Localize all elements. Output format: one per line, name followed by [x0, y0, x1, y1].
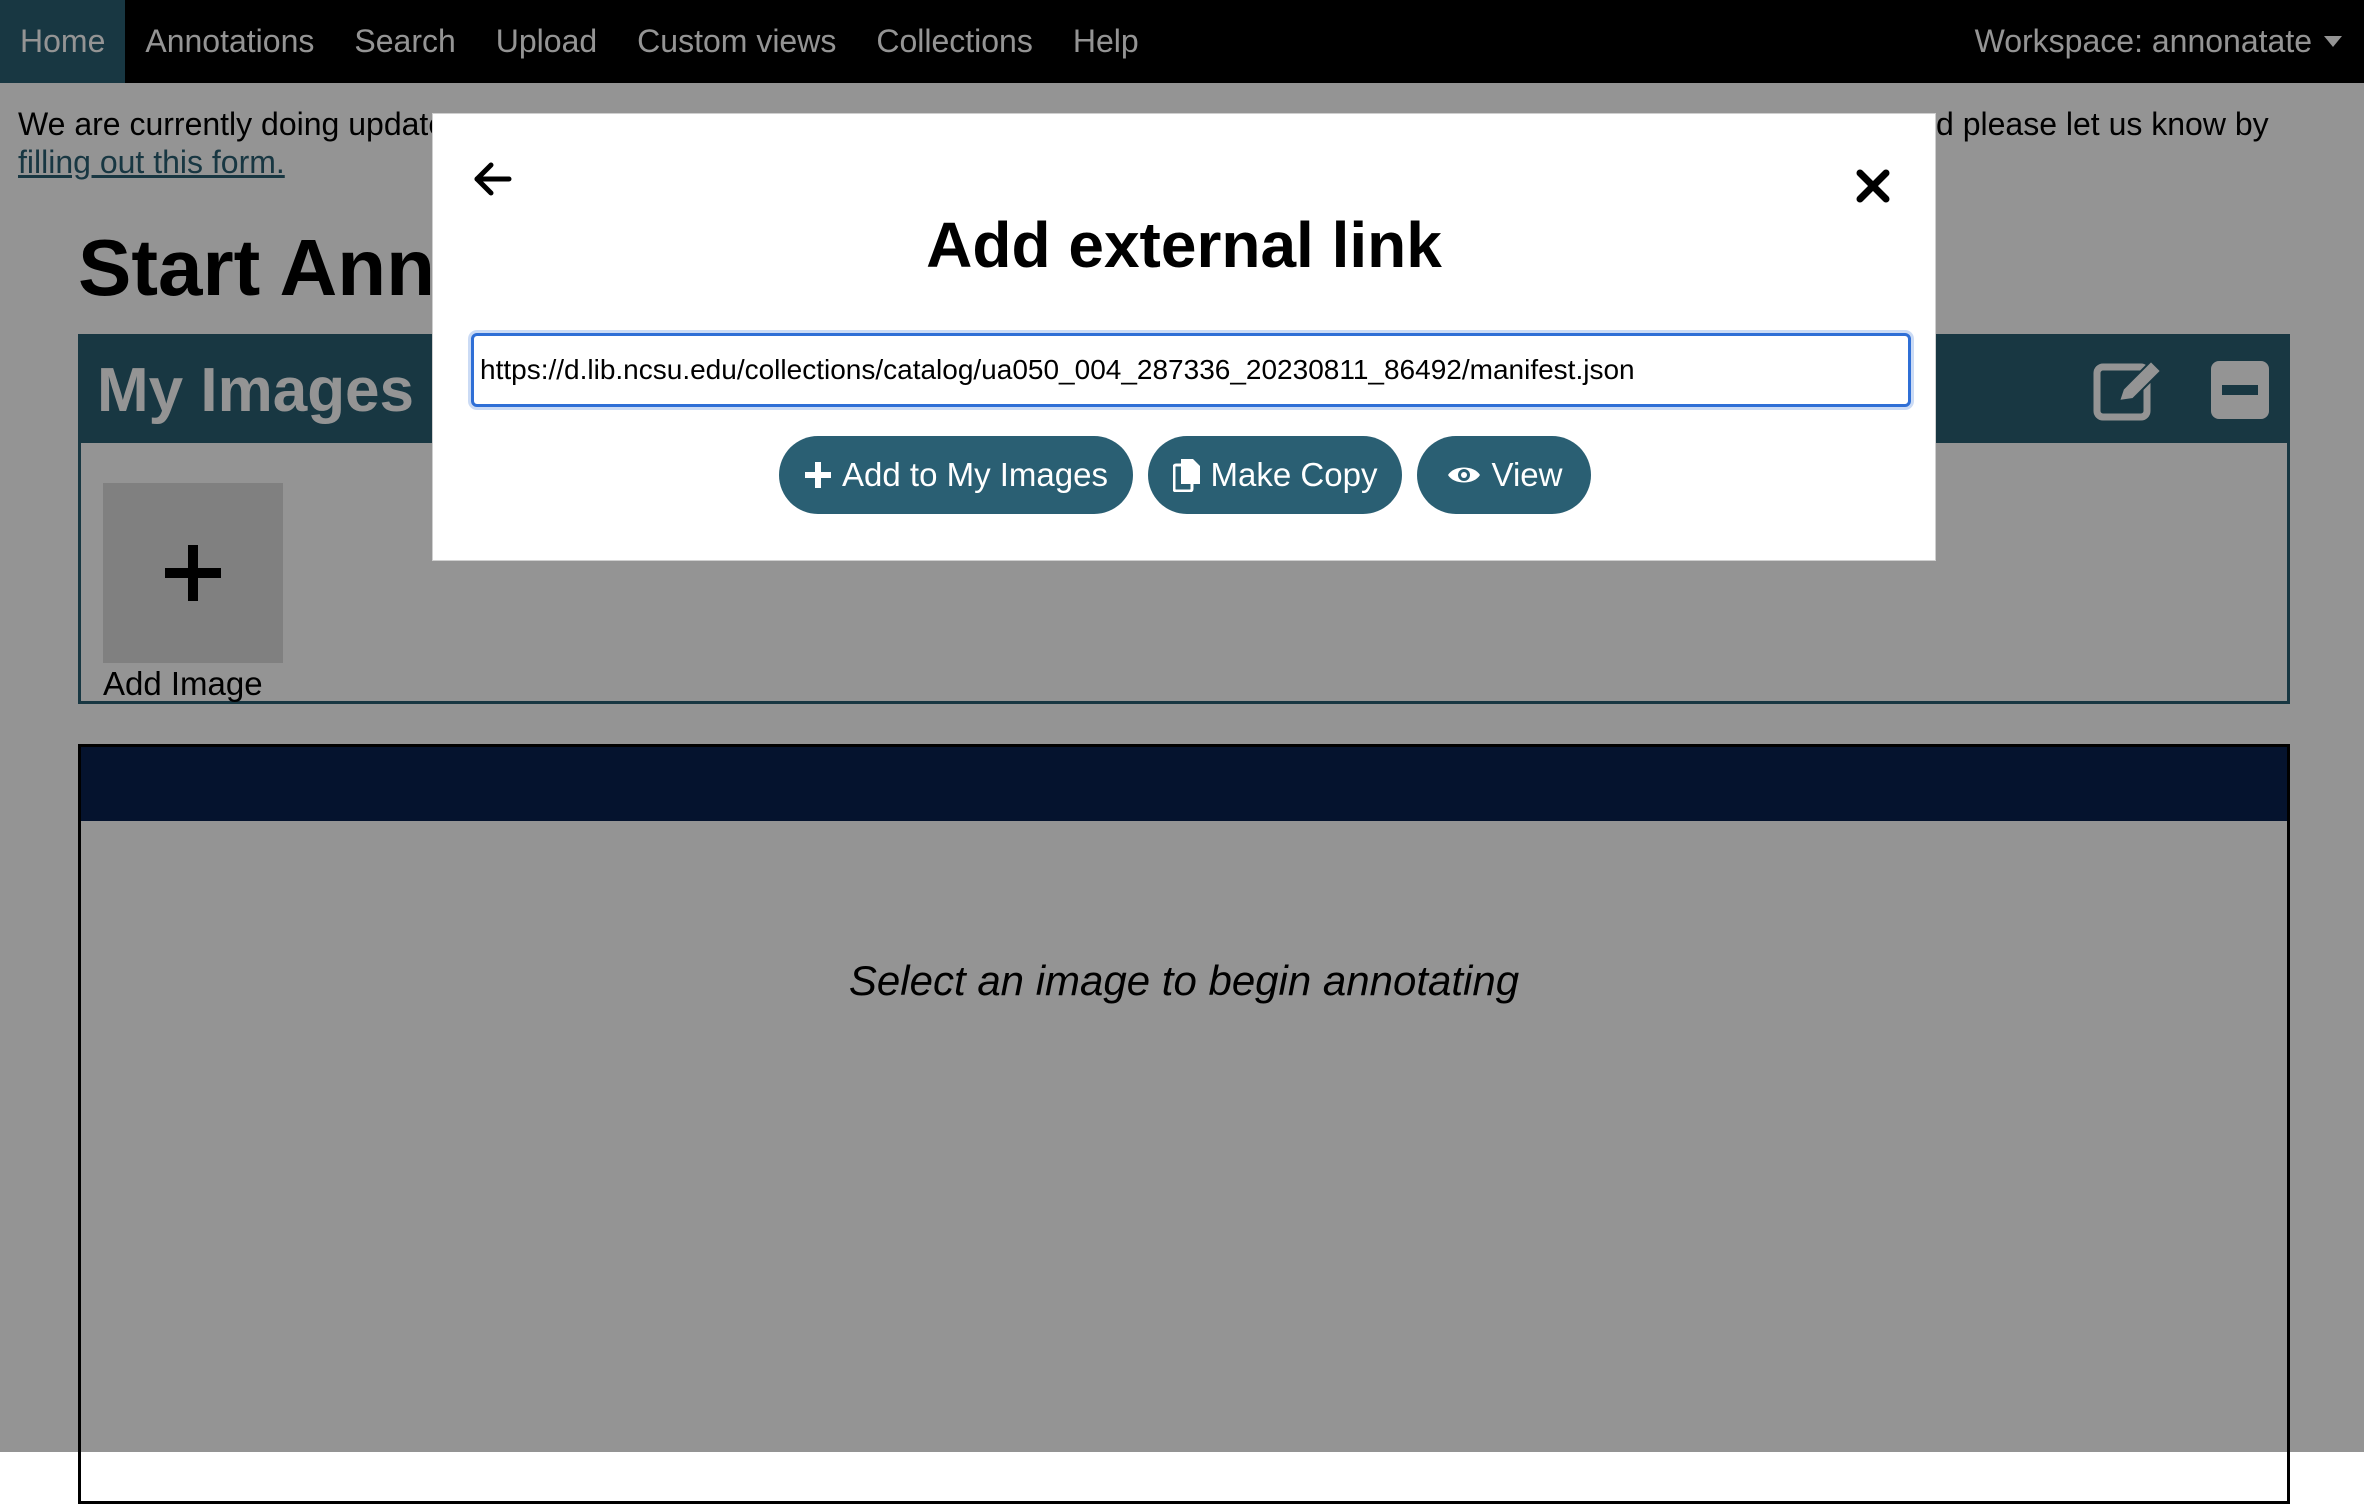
make-copy-label: Make Copy: [1210, 456, 1378, 493]
make-copy-button[interactable]: Make Copy: [1148, 436, 1402, 514]
add-to-my-images-label: Add to My Images: [842, 456, 1108, 493]
eye-icon: [1446, 463, 1482, 487]
plus-icon: [804, 461, 832, 489]
modal-title: Add external link: [926, 209, 1442, 281]
view-label: View: [1491, 456, 1563, 493]
add-external-link-modal: Add external link Add to My Images Make …: [432, 113, 1936, 561]
close-icon[interactable]: [1853, 166, 1893, 206]
view-button[interactable]: View: [1417, 436, 1591, 514]
add-to-my-images-button[interactable]: Add to My Images: [779, 436, 1133, 514]
external-url-input[interactable]: [471, 333, 1911, 407]
copy-icon: [1172, 458, 1201, 492]
back-arrow-icon[interactable]: [469, 156, 515, 202]
